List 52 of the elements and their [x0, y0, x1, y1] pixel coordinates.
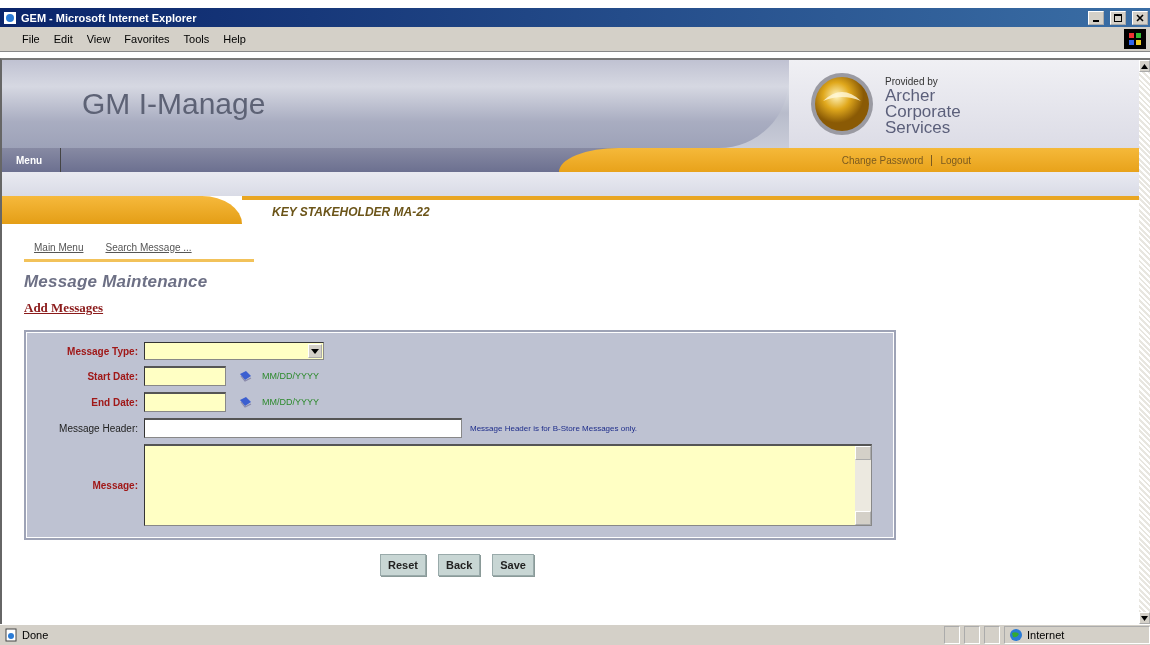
- calendar-icon[interactable]: [238, 395, 252, 409]
- date-field[interactable]: [144, 392, 226, 412]
- field-label: End Date:: [90, 396, 138, 408]
- page-icon: [4, 628, 18, 642]
- minimize-icon: [1093, 19, 1099, 22]
- field-hint: Message Header is for B-Store Messages only.: [470, 423, 638, 433]
- calendar-icon[interactable]: [238, 369, 252, 383]
- scroll-down-button[interactable]: [1139, 612, 1150, 624]
- menu-item[interactable]: File: [22, 33, 40, 45]
- input-field[interactable]: [144, 418, 462, 438]
- minimize-button[interactable]: [1088, 10, 1104, 25]
- breadcrumb-link[interactable]: Main Menu: [34, 242, 84, 253]
- field-label: Message:: [91, 479, 138, 491]
- app-title: GM I-Manage: [82, 87, 266, 121]
- field-label: Message Header:: [58, 422, 138, 434]
- form-button[interactable]: Reset: [380, 554, 426, 576]
- window-title: GEM - Microsoft Internet Explorer: [21, 11, 197, 24]
- field-label: Start Date:: [86, 370, 138, 382]
- close-icon: [1136, 13, 1144, 22]
- down-arrow-icon: [1141, 615, 1148, 621]
- scroll-up-button[interactable]: [1139, 60, 1150, 72]
- menu-item[interactable]: Help: [223, 33, 246, 45]
- scrollbar[interactable]: [1139, 60, 1150, 624]
- close-button[interactable]: [1132, 10, 1148, 25]
- menu-item[interactable]: View: [86, 33, 111, 45]
- status-text: Done: [22, 629, 49, 641]
- message-type-dropdown[interactable]: [144, 342, 324, 360]
- globe-icon: [1009, 628, 1023, 642]
- field-label: Message Type:: [66, 345, 138, 357]
- form-button[interactable]: Back: [437, 554, 481, 576]
- provider-name: Archer Corporate Services: [885, 88, 961, 136]
- maximize-button[interactable]: [1110, 10, 1126, 25]
- date-field[interactable]: [144, 366, 226, 386]
- page-title: Message Maintenance: [24, 272, 209, 292]
- menu-item[interactable]: Favorites: [124, 33, 170, 45]
- date-format-hint: MM/DD/YYYY: [262, 397, 319, 407]
- date-format-hint: MM/DD/YYYY: [262, 371, 319, 381]
- zone-label: Internet: [1027, 629, 1065, 641]
- breadcrumb-link[interactable]: Search Message ...: [105, 242, 192, 253]
- menu-item[interactable]: Edit: [53, 33, 73, 45]
- browser-icon: [3, 10, 17, 25]
- provider-caption: Provided by: [885, 76, 939, 88]
- banner-title: KEY STAKEHOLDER MA-22: [272, 205, 430, 219]
- up-arrow-icon: [1141, 63, 1148, 69]
- section-link[interactable]: Add Messages: [24, 300, 104, 316]
- windows-logo-icon: [1124, 29, 1146, 49]
- message-text-area[interactable]: [144, 444, 872, 526]
- maximize-icon: [1114, 13, 1122, 22]
- scrollbar[interactable]: [855, 446, 871, 525]
- company-logo-icon: [809, 71, 875, 137]
- menu-item[interactable]: Tools: [183, 33, 210, 45]
- form-button[interactable]: Save: [492, 554, 534, 576]
